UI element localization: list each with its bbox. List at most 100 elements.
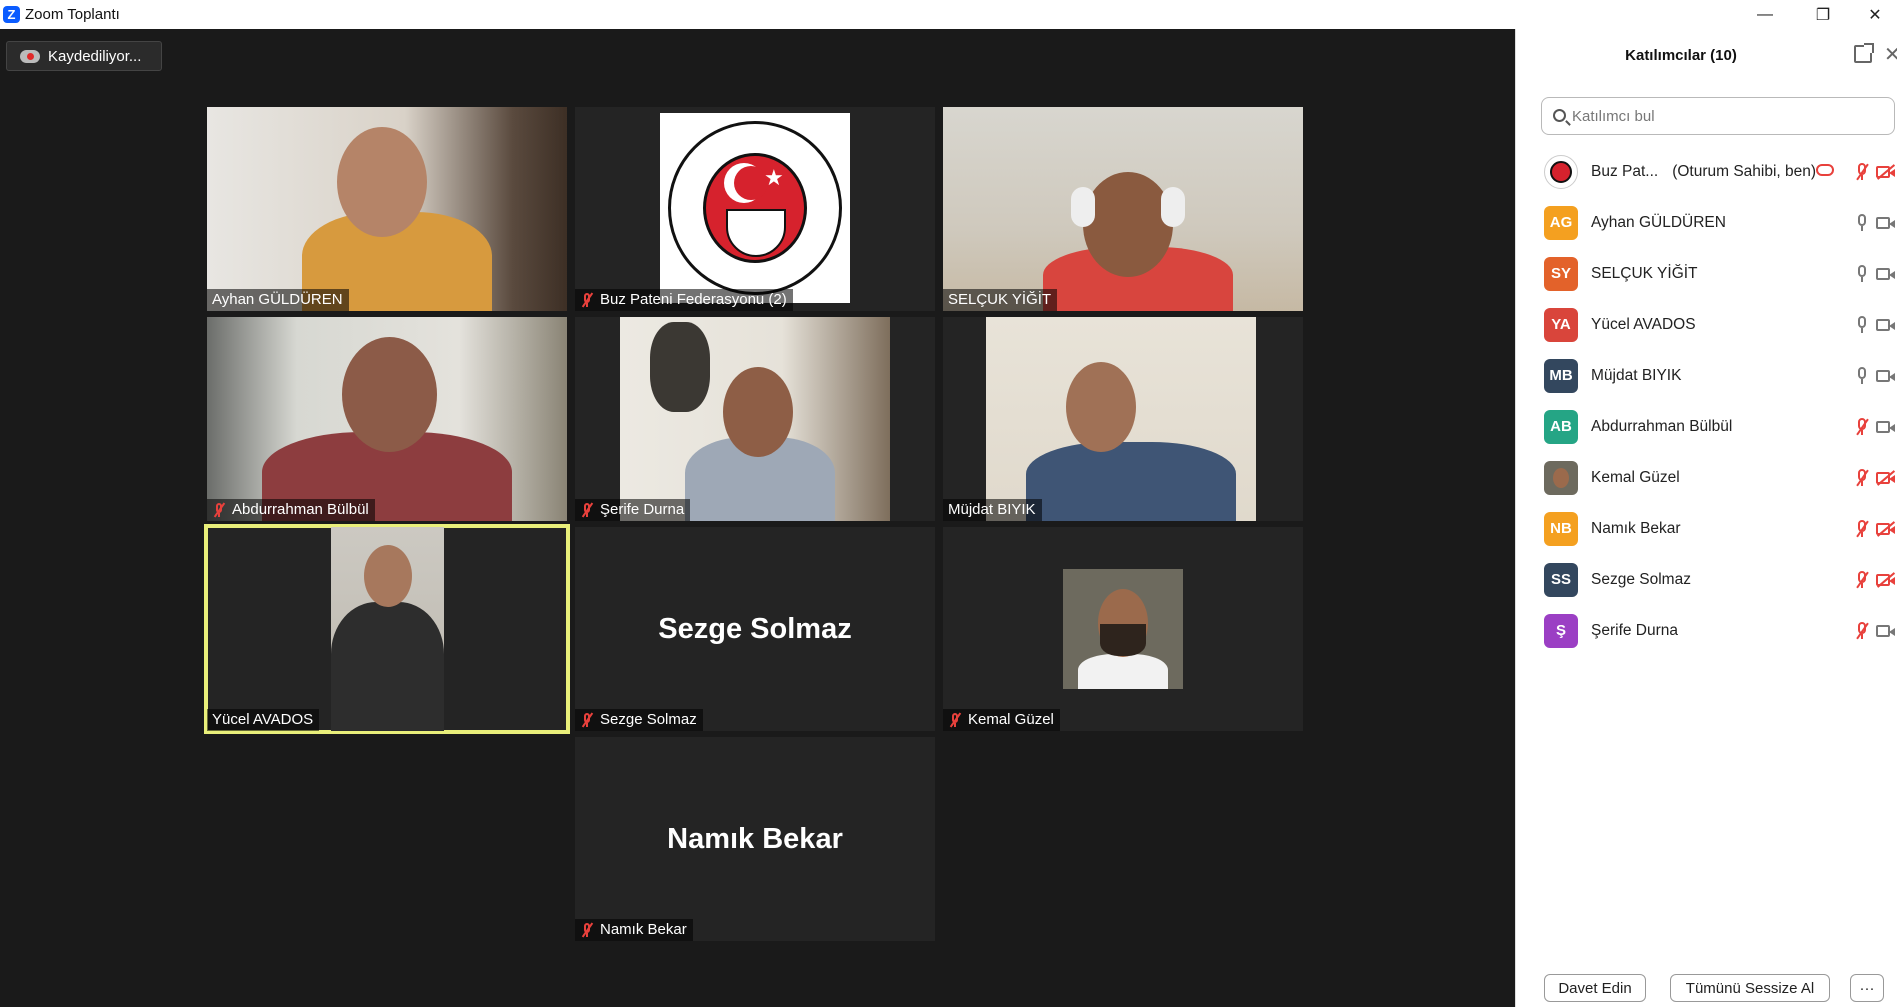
camera-off-icon[interactable]	[1876, 572, 1896, 588]
video-tile[interactable]: Ayhan GÜLDÜREN	[207, 107, 567, 311]
tile-nameplate: Yücel AVADOS	[207, 709, 320, 731]
participant-row[interactable]: MB Müjdat BIYIK	[1516, 350, 1897, 401]
participant-list: Buz Pat... (Oturum Sahibi, ben) AG Ayhan …	[1516, 146, 1897, 656]
recording-indicator[interactable]: Kaydediliyor...	[6, 41, 162, 71]
video-tile[interactable]: ★ Buz Pateni Federasyonu (2)	[575, 107, 935, 311]
mic-muted-icon	[212, 502, 226, 518]
close-icon[interactable]: ✕	[1884, 42, 1897, 67]
video-tile[interactable]: Namık Bekar Namık Bekar	[575, 737, 935, 941]
tile-nameplate: Buz Pateni Federasyonu (2)	[575, 289, 793, 311]
window-title: Zoom Toplantı	[25, 6, 120, 23]
participant-name: Ayhan GÜLDÜREN	[1591, 213, 1726, 231]
mic-muted-icon[interactable]	[1854, 520, 1870, 538]
participant-row[interactable]: Buz Pat... (Oturum Sahibi, ben)	[1516, 146, 1897, 197]
mute-all-button[interactable]: Tümünü Sessize Al	[1670, 974, 1830, 1002]
participant-row[interactable]: Kemal Güzel	[1516, 452, 1897, 503]
camera-icon[interactable]	[1876, 216, 1896, 230]
tile-nameplate: SELÇUK YİĞİT	[943, 289, 1058, 311]
avatar: AG	[1544, 205, 1578, 240]
participant-row[interactable]: AB Abdurrahman Bülbül	[1516, 401, 1897, 452]
tile-name: Şerife Durna	[600, 501, 685, 518]
mic-muted-icon[interactable]	[1854, 469, 1870, 487]
tile-name: Yücel AVADOS	[212, 711, 314, 728]
participant-role: (Oturum Sahibi, ben)	[1672, 162, 1817, 180]
video-tile[interactable]: Şerife Durna	[575, 317, 935, 521]
video-tile-active-speaker[interactable]: Yücel AVADOS	[204, 524, 570, 734]
mic-muted-icon[interactable]	[1854, 163, 1870, 181]
camera-icon[interactable]	[1876, 318, 1896, 332]
mic-icon[interactable]	[1854, 265, 1870, 283]
participant-video	[620, 317, 890, 521]
participant-video	[943, 107, 1303, 311]
participant-name-display: Namık Bekar	[667, 822, 843, 855]
mic-muted-icon[interactable]	[1854, 622, 1870, 640]
mic-muted-icon	[580, 922, 594, 938]
zoom-logo-icon: Z	[3, 6, 20, 23]
mic-muted-icon	[580, 292, 594, 308]
avatar	[1544, 460, 1578, 495]
avatar: MB	[1544, 358, 1578, 393]
camera-off-icon[interactable]	[1876, 164, 1896, 180]
mic-icon[interactable]	[1854, 367, 1870, 385]
tile-name: Abdurrahman Bülbül	[232, 501, 369, 518]
camera-icon[interactable]	[1876, 624, 1896, 638]
video-tile[interactable]: Abdurrahman Bülbül	[207, 317, 567, 521]
camera-icon[interactable]	[1876, 369, 1896, 383]
participant-name: Yücel AVADOS	[1591, 315, 1696, 333]
recording-cloud-icon	[1816, 164, 1834, 176]
mic-muted-icon[interactable]	[1854, 418, 1870, 436]
participant-row[interactable]: SY SELÇUK YİĞİT	[1516, 248, 1897, 299]
tile-name: Ayhan GÜLDÜREN	[212, 291, 343, 308]
participant-name-display: Sezge Solmaz	[658, 612, 852, 645]
avatar: AB	[1544, 409, 1578, 444]
video-tile[interactable]: Müjdat BIYIK	[943, 317, 1303, 521]
video-tile[interactable]: Sezge Solmaz Sezge Solmaz	[575, 527, 935, 731]
recording-label: Kaydediliyor...	[48, 47, 142, 65]
invite-button[interactable]: Davet Edin	[1544, 974, 1646, 1002]
camera-icon[interactable]	[1876, 420, 1896, 434]
participant-video	[207, 317, 567, 521]
more-options-button[interactable]: ···	[1850, 974, 1884, 1002]
participant-name: Abdurrahman Bülbül	[1591, 417, 1733, 435]
tile-name: Müjdat BIYIK	[948, 501, 1036, 518]
title-bar: Z Zoom Toplantı — ❐ ✕	[0, 0, 1897, 29]
camera-off-icon[interactable]	[1876, 470, 1896, 486]
recording-cloud-icon	[20, 48, 40, 64]
video-tile[interactable]: Kemal Güzel	[943, 527, 1303, 731]
participant-name: SELÇUK YİĞİT	[1591, 264, 1698, 282]
panel-footer: Davet Edin Tümünü Sessize Al ···	[1516, 967, 1897, 1007]
tile-nameplate: Ayhan GÜLDÜREN	[207, 289, 349, 311]
minimize-button[interactable]: —	[1742, 0, 1788, 29]
profile-photo	[1063, 569, 1183, 689]
video-tile[interactable]: SELÇUK YİĞİT	[943, 107, 1303, 311]
avatar: SY	[1544, 256, 1578, 291]
avatar	[1544, 154, 1578, 189]
tile-nameplate: Şerife Durna	[575, 499, 691, 521]
participant-name: Müjdat BIYIK	[1591, 366, 1682, 384]
tile-name: Kemal Güzel	[968, 711, 1054, 728]
participant-row[interactable]: AG Ayhan GÜLDÜREN	[1516, 197, 1897, 248]
mic-icon[interactable]	[1854, 214, 1870, 232]
tile-name: Sezge Solmaz	[600, 711, 697, 728]
participants-panel: Katılımcılar (10) ✕ Buz Pat...(Oturum Sa…	[1515, 29, 1897, 1007]
mic-icon[interactable]	[1854, 316, 1870, 334]
participant-search[interactable]	[1541, 97, 1895, 135]
camera-icon[interactable]	[1876, 267, 1896, 281]
mic-muted-icon[interactable]	[1854, 571, 1870, 589]
participant-row[interactable]: SS Sezge Solmaz	[1516, 554, 1897, 605]
avatar: Ş	[1544, 613, 1578, 648]
participant-video	[207, 107, 567, 311]
tile-nameplate: Kemal Güzel	[943, 709, 1060, 731]
participant-name: Kemal Güzel	[1591, 468, 1680, 486]
maximize-button[interactable]: ❐	[1800, 0, 1846, 29]
tile-nameplate: Abdurrahman Bülbül	[207, 499, 375, 521]
camera-off-icon[interactable]	[1876, 521, 1896, 537]
search-input[interactable]	[1572, 107, 1872, 125]
search-icon	[1553, 109, 1566, 122]
participant-row[interactable]: NB Namık Bekar	[1516, 503, 1897, 554]
close-window-button[interactable]: ✕	[1852, 0, 1897, 29]
participant-row[interactable]: YA Yücel AVADOS	[1516, 299, 1897, 350]
participant-row[interactable]: Ş Şerife Durna	[1516, 605, 1897, 656]
avatar: SS	[1544, 562, 1578, 597]
popout-icon[interactable]	[1854, 43, 1874, 63]
